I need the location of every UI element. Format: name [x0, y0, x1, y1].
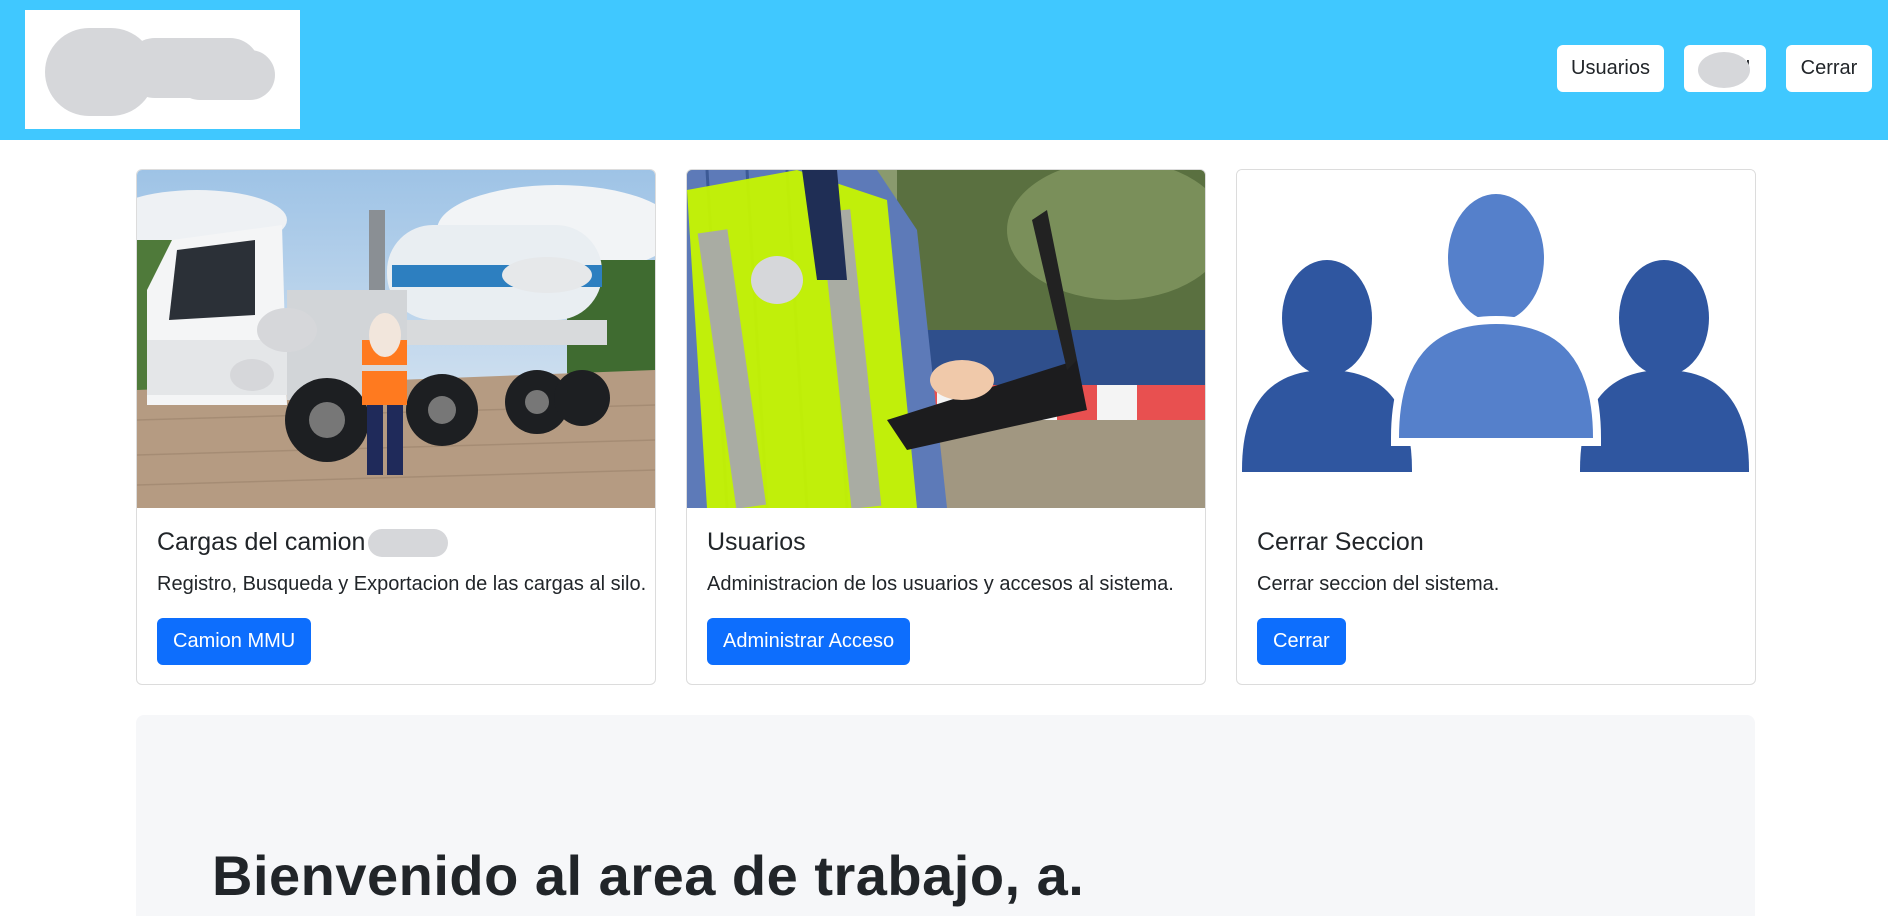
card-close-session: Cerrar Seccion Cerrar seccion del sistem… — [1236, 169, 1756, 685]
redacted-username — [1698, 52, 1750, 88]
nav-close-button[interactable]: Cerrar — [1786, 45, 1872, 92]
card-users: Usuarios Administracion de los usuarios … — [686, 169, 1206, 685]
card-description: Administracion de los usuarios y accesos… — [707, 573, 1174, 595]
welcome-heading: Bienvenido al area de trabajo, a. — [212, 844, 1085, 907]
close-session-button[interactable]: Cerrar — [1257, 618, 1346, 665]
top-navbar: Usuarios U Cerrar — [0, 0, 1888, 140]
truck-loads-button[interactable]: Camion MMU — [157, 618, 312, 665]
nav-user-button[interactable]: U — [1684, 45, 1766, 92]
redacted-title-suffix — [368, 529, 449, 558]
card-title: Cerrar Seccion — [1257, 528, 1424, 556]
manage-access-button[interactable]: Administrar Acceso — [707, 618, 911, 665]
redacted-logo-mark — [175, 50, 275, 100]
worker-laptop-illustration — [687, 170, 1205, 508]
welcome-panel: Bienvenido al area de trabajo, a. — [136, 715, 1755, 916]
card-title: Usuarios — [707, 528, 806, 556]
card-truck-loads: Cargas del camion Registro, Busqueda y E… — [136, 169, 656, 685]
nav-users-button[interactable]: Usuarios — [1557, 45, 1664, 92]
users-group-icon — [1237, 170, 1755, 508]
logo[interactable] — [25, 10, 300, 129]
card-title: Cargas del camion — [157, 528, 449, 558]
truck-photo-illustration — [137, 170, 655, 508]
users-group-illustration — [1237, 170, 1755, 508]
truck-photo — [137, 170, 655, 508]
card-description: Cerrar seccion del sistema. — [1257, 573, 1500, 595]
worker-laptop-photo — [687, 170, 1205, 508]
card-description: Registro, Busqueda y Exportacion de las … — [157, 573, 647, 595]
card-title-text: Cargas del camion — [157, 528, 366, 556]
